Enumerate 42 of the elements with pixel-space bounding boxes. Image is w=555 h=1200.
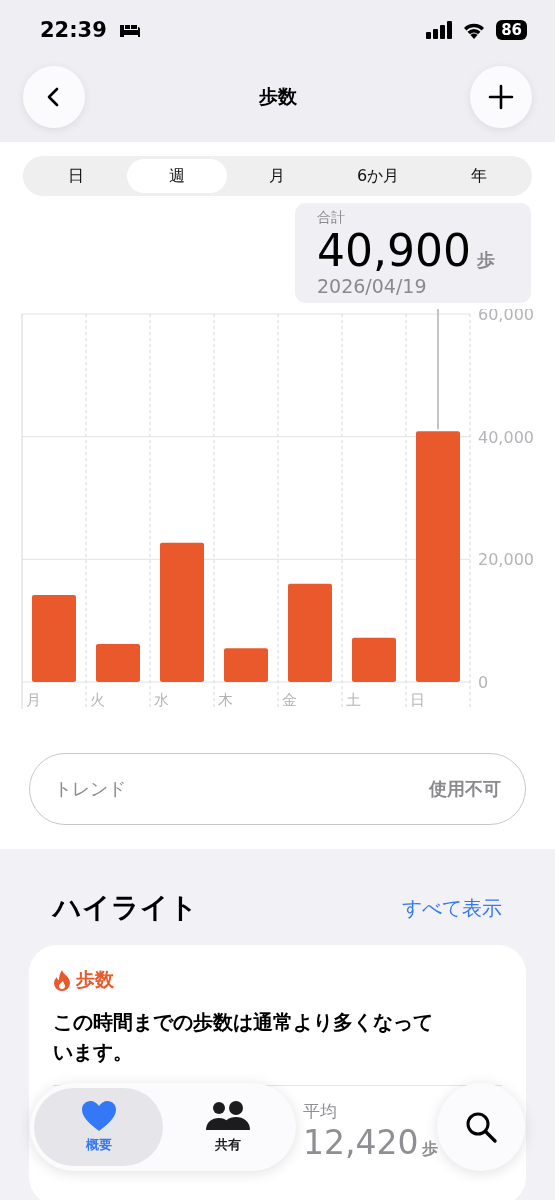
status-time: 22:39 — [40, 18, 107, 42]
tab-item[interactable]: 共有 — [163, 1088, 292, 1166]
step-bar[interactable] — [96, 644, 140, 683]
battery-level: 86 — [496, 20, 527, 40]
axis-label: 0 — [478, 673, 489, 693]
day-label: 火 — [90, 691, 105, 710]
day-label: 月 — [26, 691, 41, 710]
period-tab[interactable]: 月 — [227, 159, 328, 193]
search-icon — [464, 1110, 498, 1144]
axis-label: 40,000 — [478, 428, 534, 448]
wifi-icon — [462, 21, 487, 39]
card-category: 歩数 — [76, 967, 114, 993]
section-title: ハイライト — [53, 890, 198, 927]
step-bar[interactable] — [224, 648, 268, 683]
period-tab[interactable]: 年 — [428, 159, 529, 193]
summary-date: 2026/04/19 — [317, 275, 428, 298]
bed-icon — [118, 22, 143, 38]
day-label: 木 — [218, 691, 233, 710]
plus-icon — [488, 84, 514, 110]
show-all-link[interactable]: すべて表示 — [402, 894, 502, 922]
stat-label: 平均 — [303, 1100, 338, 1124]
axis-label: 20,000 — [478, 550, 534, 570]
period-tab[interactable]: 週 — [126, 159, 228, 193]
people-icon — [204, 1100, 251, 1132]
page-title: 歩数 — [258, 84, 297, 109]
heart-icon — [80, 1100, 117, 1132]
flame-icon — [53, 969, 71, 992]
trend-button[interactable]: トレンド 使用不可 — [29, 753, 526, 826]
stat-value: 12,420 — [303, 1123, 419, 1163]
step-bar[interactable] — [352, 638, 396, 683]
period-tab[interactable]: 日 — [26, 159, 127, 193]
day-label: 水 — [154, 691, 169, 710]
summary-label: 合計 — [317, 209, 346, 227]
period-tab[interactable]: 6か月 — [327, 159, 429, 193]
day-label: 土 — [346, 691, 361, 710]
summary-unit: 歩 — [476, 248, 495, 272]
summary-value: 40,900 — [317, 227, 471, 276]
signal-icon — [426, 21, 455, 39]
day-label: 日 — [410, 691, 425, 710]
day-label: 金 — [282, 691, 297, 710]
stat-unit: 歩 — [422, 1139, 439, 1161]
card-text: この時間までの歩数は通常より多くなっています。 — [53, 1009, 434, 1067]
